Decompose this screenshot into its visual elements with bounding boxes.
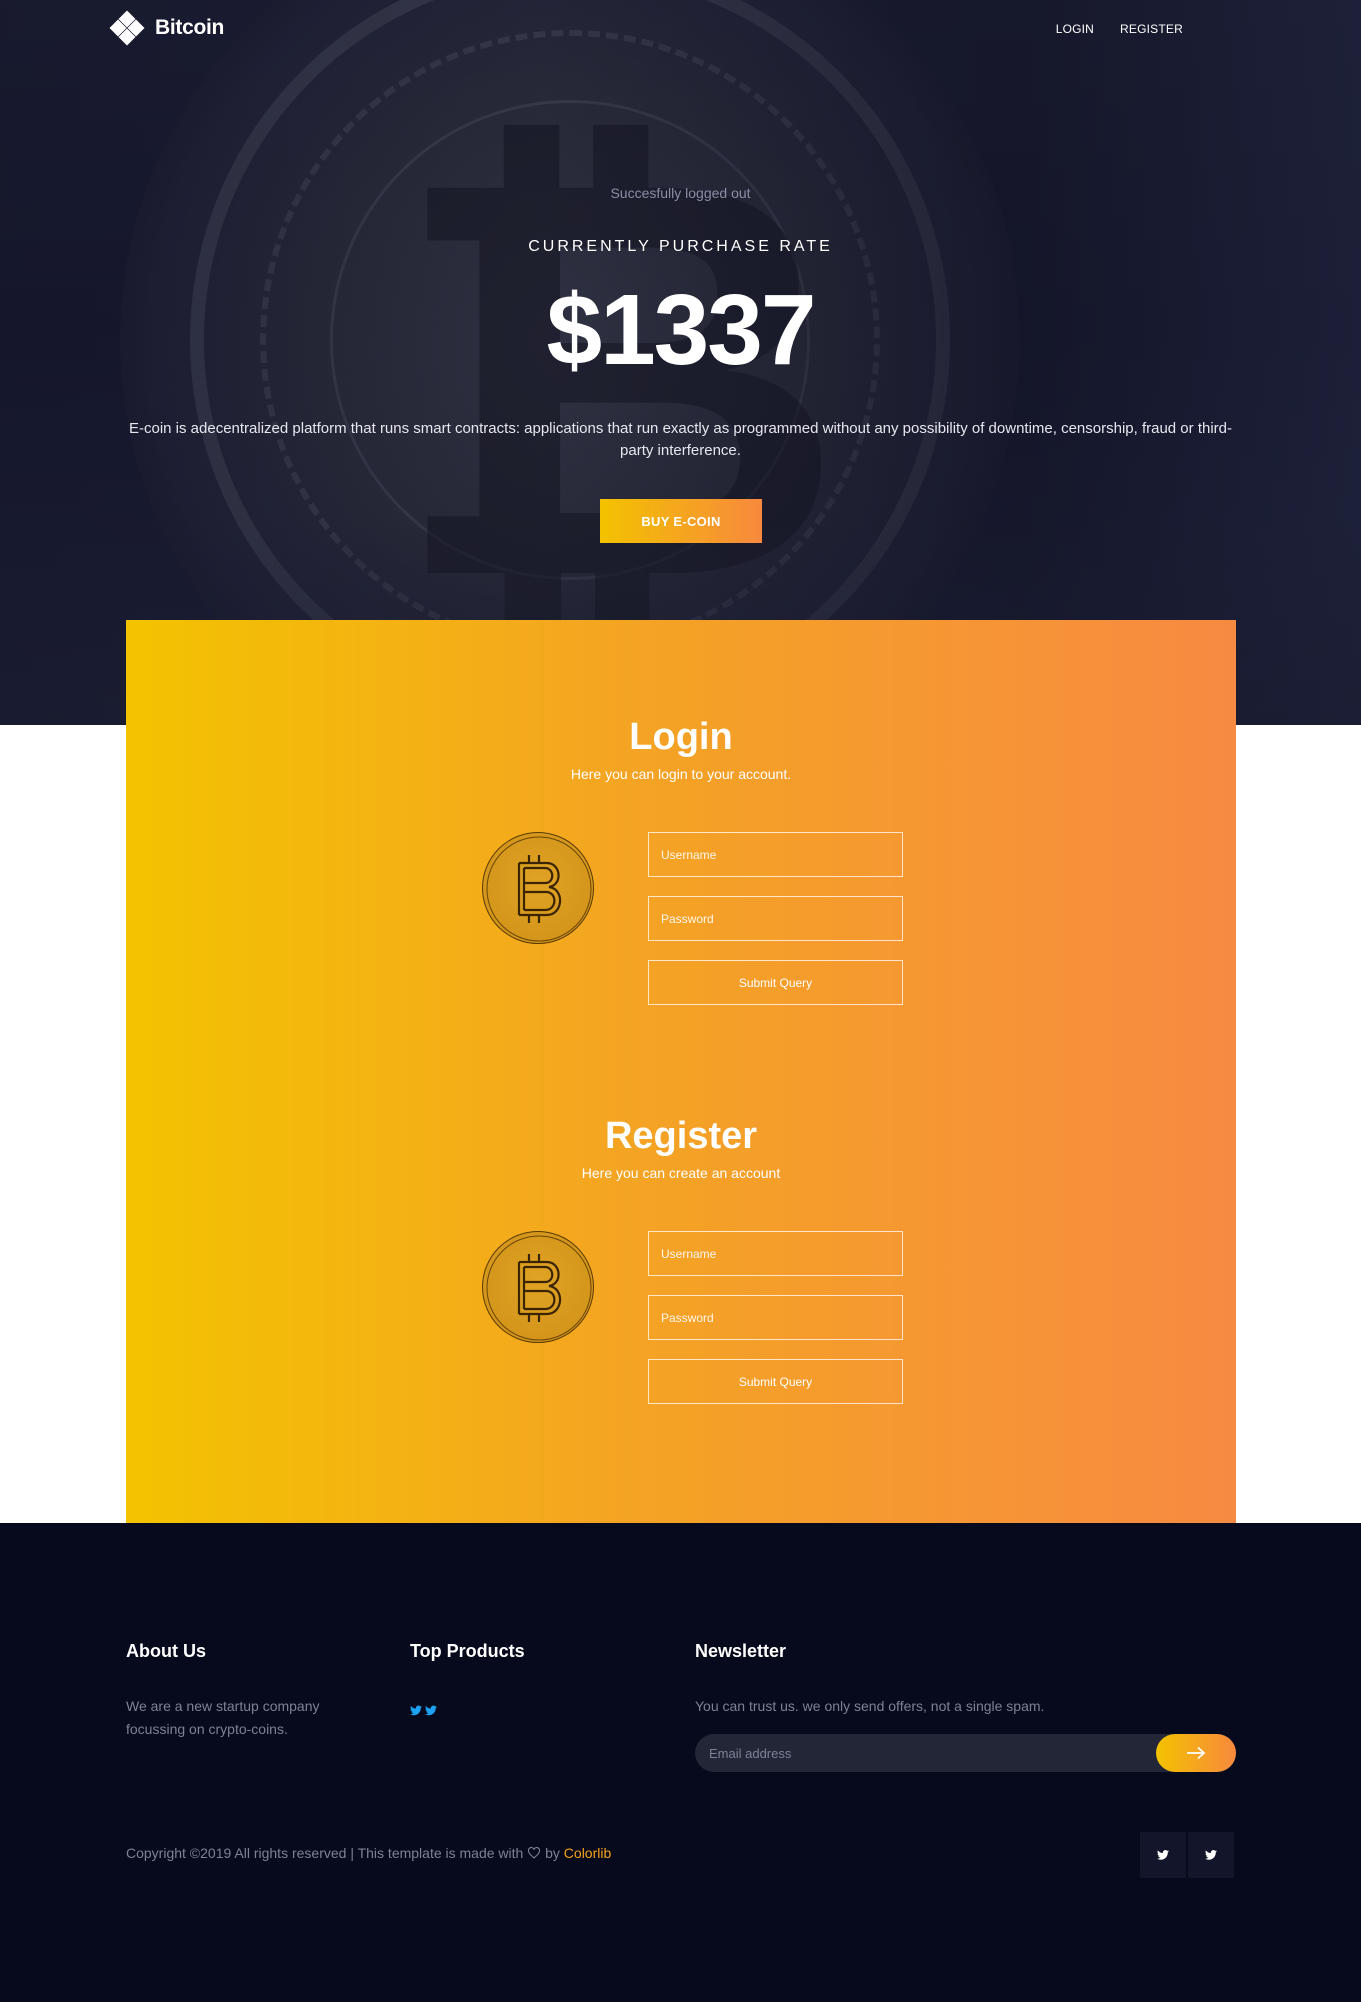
main-nav: LOGIN REGISTER <box>1056 22 1183 36</box>
about-us-text: We are a new startup company focussing o… <box>126 1698 320 1737</box>
login-submit-button[interactable]: Submit Query <box>648 960 903 1005</box>
buy-ecoin-button[interactable]: BUY E-COIN <box>600 499 762 543</box>
newsletter-submit-button[interactable] <box>1156 1734 1236 1772</box>
newsletter-text: You can trust us. we only send offers, n… <box>695 1698 1045 1714</box>
twitter-icon <box>1157 1850 1169 1860</box>
hero-section: ₿ Bitcoin LOGIN REGISTER Succesfully log… <box>0 0 1361 725</box>
copyright-prefix: Copyright ©2019 All rights reserved | Th… <box>126 1845 524 1861</box>
twitter-social-button[interactable] <box>1140 1832 1186 1878</box>
logo-icon <box>109 10 145 46</box>
login-password-input[interactable] <box>648 896 903 941</box>
register-subtitle: Here you can create an account <box>581 1165 781 1181</box>
email-input[interactable] <box>695 1734 1155 1772</box>
bitcoin-coin-icon <box>482 832 594 944</box>
register-username-input[interactable] <box>648 1231 903 1276</box>
nav-register-link[interactable]: REGISTER <box>1120 22 1183 36</box>
twitter-icon[interactable] <box>425 1701 437 1716</box>
register-submit-button[interactable]: Submit Query <box>648 1359 903 1404</box>
brand-name: Bitcoin <box>155 16 225 39</box>
login-username-input[interactable] <box>648 832 903 877</box>
copyright-text: Copyright ©2019 All rights reserved | Th… <box>126 1845 611 1861</box>
heart-icon <box>528 1846 541 1859</box>
copyright-by: by <box>545 1845 560 1861</box>
login-subtitle: Here you can login to your account. <box>570 766 792 782</box>
purchase-rate-label: CURRENTLY PURCHASE RATE <box>528 238 833 255</box>
register-password-input[interactable] <box>648 1295 903 1340</box>
status-message: Succesfully logged out <box>610 185 751 201</box>
newsletter-heading: Newsletter <box>695 1641 787 1661</box>
twitter-social-button[interactable] <box>1188 1832 1234 1878</box>
site-footer: About Us We are a new startup company fo… <box>0 1523 1361 2002</box>
top-products-icons <box>410 1701 437 1716</box>
newsletter-form <box>695 1734 1236 1772</box>
brand-logo[interactable]: Bitcoin <box>109 10 225 46</box>
about-us-heading: About Us <box>126 1641 206 1661</box>
bitcoin-coin-icon <box>482 1231 594 1343</box>
nav-login-link[interactable]: LOGIN <box>1056 22 1094 36</box>
twitter-icon <box>1205 1850 1217 1860</box>
twitter-icon[interactable] <box>410 1701 422 1716</box>
auth-card: Login Here you can login to your account… <box>126 620 1236 1523</box>
arrow-right-icon <box>1187 1746 1206 1760</box>
top-products-heading: Top Products <box>410 1641 525 1661</box>
colorlib-link[interactable]: Colorlib <box>564 1845 611 1861</box>
login-title: Login <box>629 716 733 758</box>
hero-description: E-coin is adecentralized platform that r… <box>128 420 1232 459</box>
register-title: Register <box>604 1115 758 1157</box>
purchase-rate-value: $1337 <box>546 274 816 386</box>
